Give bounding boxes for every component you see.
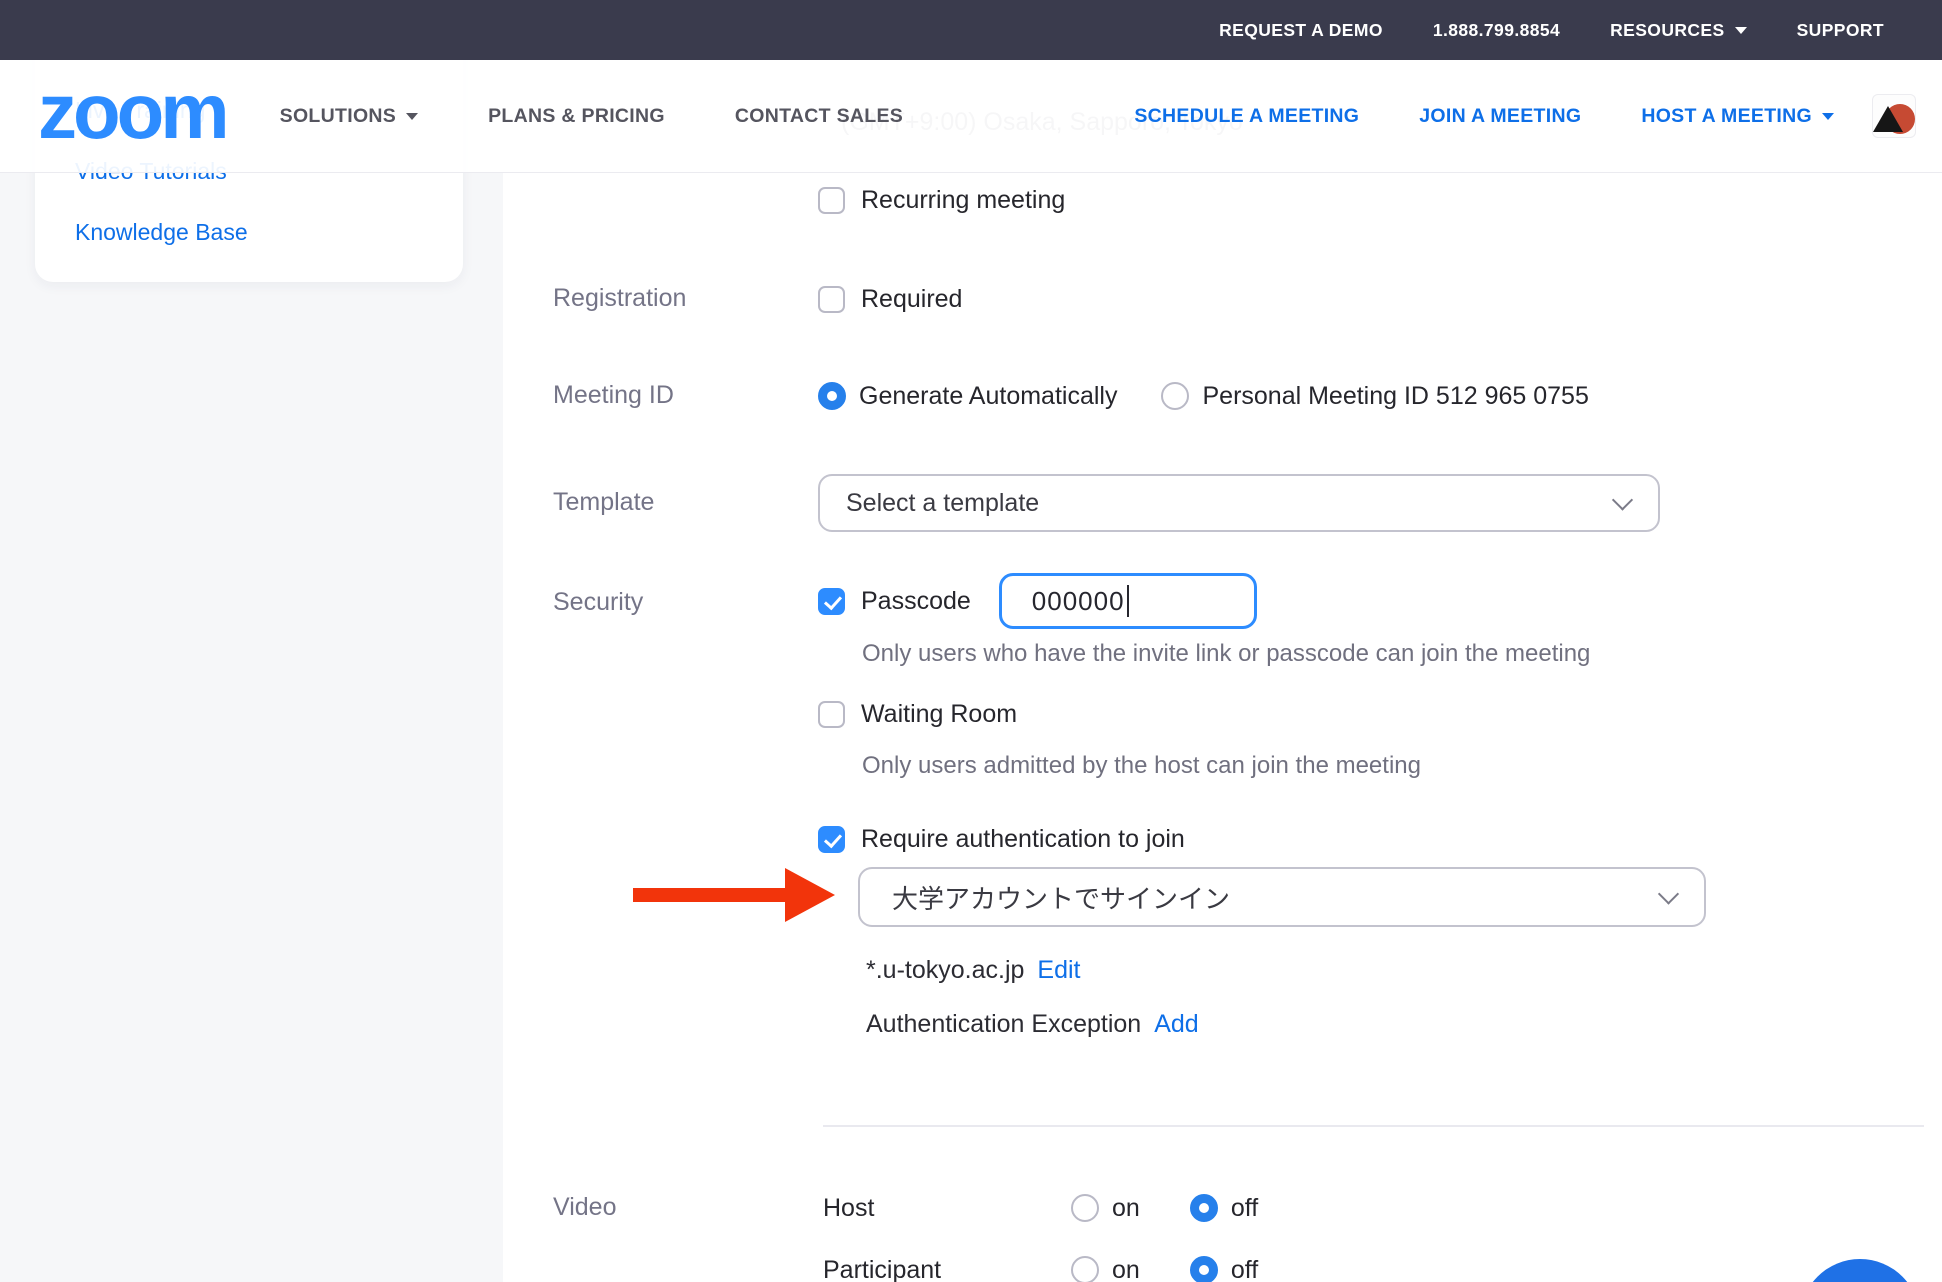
waiting-room-row: Waiting Room bbox=[818, 696, 1017, 732]
top-utility-bar: REQUEST A DEMO 1.888.799.8854 RESOURCES … bbox=[0, 0, 1942, 60]
resources-menu[interactable]: RESOURCES bbox=[1610, 20, 1746, 41]
meeting-id-label: Meeting ID bbox=[553, 381, 674, 410]
nav-host-meeting[interactable]: HOST A MEETING bbox=[1641, 105, 1834, 128]
caret-down-icon bbox=[1735, 27, 1747, 34]
template-select[interactable]: Select a template bbox=[818, 474, 1660, 532]
passcode-input[interactable]: 000000 bbox=[999, 573, 1257, 629]
personal-meeting-id-label: Personal Meeting ID 512 965 0755 bbox=[1202, 382, 1588, 411]
zoom-logo[interactable]: zoom bbox=[38, 72, 226, 150]
annotation-arrow-head bbox=[785, 868, 835, 922]
auth-exception-label: Authentication Exception bbox=[866, 1010, 1141, 1039]
template-label: Template bbox=[553, 488, 654, 517]
nav-plans-pricing[interactable]: PLANS & PRICING bbox=[488, 105, 665, 128]
video-host-row: Host on off bbox=[823, 1190, 1258, 1226]
video-participant-row: Participant on off bbox=[823, 1252, 1258, 1282]
nav-right-menu: SCHEDULE A MEETING JOIN A MEETING HOST A… bbox=[1134, 105, 1834, 128]
auth-domain-row: *.u-tokyo.ac.jp Edit bbox=[866, 956, 1081, 985]
host-video-off-label: off bbox=[1231, 1194, 1258, 1223]
nav-left-menu: SOLUTIONS PLANS & PRICING CONTACT SALES bbox=[280, 105, 903, 128]
video-host-label: Host bbox=[823, 1194, 1071, 1223]
section-divider bbox=[823, 1125, 1924, 1127]
require-auth-row: Require authentication to join bbox=[818, 821, 1185, 857]
passcode-value: 000000 bbox=[1032, 586, 1125, 617]
meeting-id-row: Generate Automatically Personal Meeting … bbox=[818, 378, 1589, 414]
require-auth-label: Require authentication to join bbox=[861, 825, 1185, 854]
waiting-room-helper-text: Only users admitted by the host can join… bbox=[862, 752, 1421, 780]
chevron-down-icon bbox=[1658, 883, 1679, 904]
waiting-room-label: Waiting Room bbox=[861, 700, 1017, 729]
participant-video-off-label: off bbox=[1231, 1256, 1258, 1282]
edit-link[interactable]: Edit bbox=[1037, 956, 1080, 985]
passcode-row: Passcode 000000 bbox=[818, 571, 1257, 631]
profile-avatar[interactable] bbox=[1872, 94, 1916, 138]
security-label: Security bbox=[553, 588, 643, 617]
require-auth-checkbox[interactable] bbox=[818, 826, 845, 853]
text-cursor bbox=[1127, 585, 1129, 617]
registration-label: Registration bbox=[553, 284, 686, 313]
passcode-helper-text: Only users who have the invite link or p… bbox=[862, 640, 1590, 668]
generate-automatically-label: Generate Automatically bbox=[859, 382, 1117, 411]
participant-video-on-label: on bbox=[1112, 1256, 1140, 1282]
recurring-meeting-row: Recurring meeting bbox=[818, 182, 1065, 218]
auth-method-value: 大学アカウントでサインイン bbox=[860, 879, 1230, 916]
registration-required-checkbox[interactable] bbox=[818, 286, 845, 313]
nav-join-meeting[interactable]: JOIN A MEETING bbox=[1419, 105, 1581, 128]
host-video-off-radio[interactable] bbox=[1190, 1194, 1218, 1222]
video-label: Video bbox=[553, 1193, 617, 1222]
caret-down-icon bbox=[406, 113, 418, 120]
recurring-meeting-label: Recurring meeting bbox=[861, 186, 1065, 215]
nav-schedule-meeting[interactable]: SCHEDULE A MEETING bbox=[1134, 105, 1359, 128]
nav-solutions[interactable]: SOLUTIONS bbox=[280, 105, 418, 128]
waiting-room-checkbox[interactable] bbox=[818, 701, 845, 728]
main-navbar: zoom SOLUTIONS PLANS & PRICING CONTACT S… bbox=[0, 60, 1942, 173]
support-link[interactable]: SUPPORT bbox=[1797, 20, 1884, 41]
annotation-arrow bbox=[633, 888, 787, 902]
nav-contact-sales[interactable]: CONTACT SALES bbox=[735, 105, 903, 128]
host-video-on-label: on bbox=[1112, 1194, 1140, 1223]
passcode-checkbox[interactable] bbox=[818, 588, 845, 615]
participant-video-on-radio[interactable] bbox=[1071, 1256, 1099, 1282]
phone-number[interactable]: 1.888.799.8854 bbox=[1433, 20, 1560, 41]
avatar-mountain-icon bbox=[1873, 106, 1903, 132]
participant-video-off-radio[interactable] bbox=[1190, 1256, 1218, 1282]
registration-row: Required bbox=[818, 281, 962, 317]
chevron-down-icon bbox=[1612, 489, 1633, 510]
help-floating-button[interactable] bbox=[1800, 1259, 1920, 1282]
registration-required-label: Required bbox=[861, 285, 962, 314]
passcode-label: Passcode bbox=[861, 587, 971, 616]
add-link[interactable]: Add bbox=[1154, 1010, 1198, 1039]
host-video-on-radio[interactable] bbox=[1071, 1194, 1099, 1222]
page: Live Training Video Tutorials Knowledge … bbox=[0, 0, 1942, 1282]
sidebar-item-knowledge-base[interactable]: Knowledge Base bbox=[75, 219, 248, 246]
auth-exception-row: Authentication Exception Add bbox=[866, 1010, 1199, 1039]
video-participant-label: Participant bbox=[823, 1256, 1071, 1282]
recurring-meeting-checkbox[interactable] bbox=[818, 187, 845, 214]
generate-automatically-radio[interactable] bbox=[818, 382, 846, 410]
auth-method-select[interactable]: 大学アカウントでサインイン bbox=[858, 867, 1706, 927]
request-demo-link[interactable]: REQUEST A DEMO bbox=[1219, 20, 1383, 41]
auth-domain-value: *.u-tokyo.ac.jp bbox=[866, 956, 1024, 985]
template-select-value: Select a template bbox=[820, 489, 1039, 518]
caret-down-icon bbox=[1822, 113, 1834, 120]
personal-meeting-id-radio[interactable] bbox=[1161, 382, 1189, 410]
